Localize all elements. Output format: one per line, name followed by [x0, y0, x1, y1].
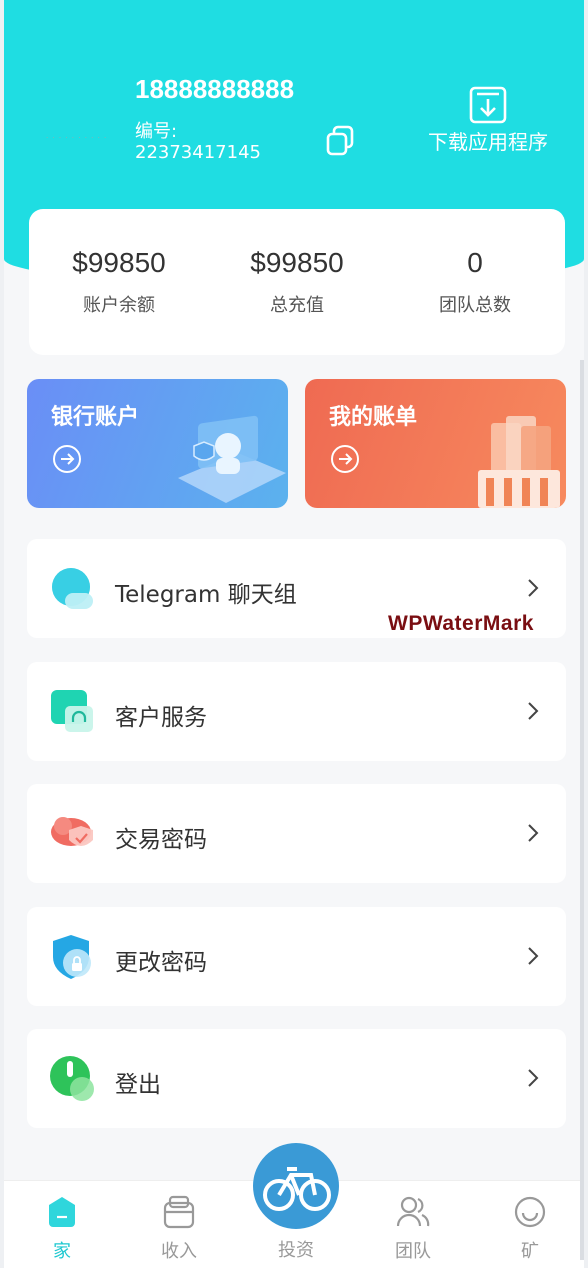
menu-item-label: Telegram 聊天组: [115, 582, 297, 608]
chevron-right-icon: [528, 702, 539, 720]
menu-item-label: 登出: [115, 1072, 161, 1098]
smile-icon: [514, 1196, 546, 1228]
stat-label: 总充值: [270, 295, 324, 316]
watermark-text: WPWaterMark: [388, 612, 534, 635]
bicycle-icon: [263, 1167, 331, 1211]
tab-label: 团队: [395, 1241, 431, 1262]
my-bill-card[interactable]: 我的账单: [305, 379, 566, 508]
stat-value: $99850: [72, 247, 166, 278]
tab-team[interactable]: 团队: [373, 1195, 453, 1263]
account-stats-card: $99850 账户余额 $99850 总充值 0 团队总数: [29, 209, 565, 355]
arrow-right-circle-icon: [331, 445, 359, 473]
app-screen: · · · · · · · · · · · · · · · · 18888888…: [4, 0, 584, 1268]
chevron-right-icon: [528, 579, 539, 597]
change-password-icon: [53, 935, 91, 979]
bank-illustration-icon: [178, 415, 286, 503]
stat-label: 账户余额: [83, 295, 155, 316]
tab-invest-label: 投资: [278, 1240, 314, 1261]
user-id-value: 22373417145: [135, 142, 261, 163]
tab-income[interactable]: 收入: [139, 1195, 219, 1263]
menu-item-label: 交易密码: [115, 827, 207, 853]
user-phone-number: 18888888888: [135, 74, 295, 104]
scrollbar-track[interactable]: [580, 360, 584, 1260]
stat-total-recharge: $99850 总充值: [207, 247, 387, 317]
transaction-password-icon: [51, 817, 93, 846]
menu-item-customer-service[interactable]: 客户服务: [27, 662, 566, 761]
menu-item-change-password[interactable]: 更改密码: [27, 907, 566, 1006]
chevron-right-icon: [528, 947, 539, 965]
tab-label: 收入: [161, 1241, 197, 1262]
user-id-label: 编号:: [135, 121, 178, 142]
stat-value: $99850: [250, 247, 344, 278]
menu-item-logout[interactable]: 登出: [27, 1029, 566, 1128]
download-icon: [469, 86, 507, 124]
avatar[interactable]: · · · · · · · · · · · · · · · ·: [46, 134, 106, 148]
menu-item-label: 更改密码: [115, 950, 207, 976]
stat-balance: $99850 账户余额: [29, 247, 209, 317]
chevron-right-icon: [528, 1069, 539, 1087]
tab-label: 矿: [521, 1241, 539, 1262]
stat-label: 团队总数: [439, 295, 511, 316]
chevron-right-icon: [528, 824, 539, 842]
logout-icon: [50, 1056, 94, 1101]
my-bill-title: 我的账单: [329, 405, 418, 430]
menu-item-label: 客户服务: [115, 705, 207, 731]
tab-label: 家: [53, 1241, 71, 1262]
tab-home[interactable]: 家: [22, 1195, 102, 1263]
tab-invest-button[interactable]: [253, 1143, 339, 1229]
download-app-button[interactable]: 下载应用程序: [418, 86, 558, 156]
copy-icon[interactable]: [324, 124, 356, 156]
tab-mine[interactable]: 矿: [490, 1195, 570, 1263]
customer-service-icon: [51, 690, 93, 732]
menu-item-transaction-password[interactable]: 交易密码: [27, 784, 566, 883]
stat-team-total: 0 团队总数: [385, 247, 565, 317]
arrow-right-circle-icon: [53, 445, 81, 473]
download-app-label: 下载应用程序: [428, 130, 548, 154]
stat-value: 0: [467, 247, 483, 278]
home-icon: [49, 1197, 75, 1227]
team-icon: [396, 1196, 430, 1227]
bank-account-card[interactable]: 银行账户: [27, 379, 288, 508]
bill-illustration-icon: [478, 416, 560, 508]
bank-account-title: 银行账户: [51, 405, 140, 430]
wallet-icon: [163, 1195, 195, 1229]
telegram-chat-icon: [52, 568, 93, 609]
